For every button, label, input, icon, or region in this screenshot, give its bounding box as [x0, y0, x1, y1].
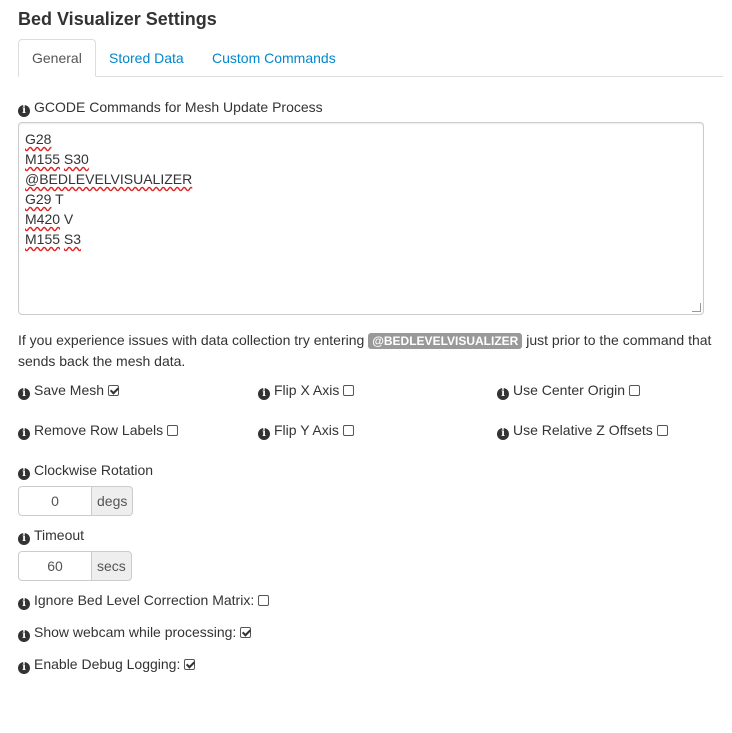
show-webcam-checkbox[interactable] [240, 627, 252, 638]
gcode-commands-textarea[interactable]: G28 M155 S30 @BEDLEVELVISUALIZER G29 T M… [18, 122, 704, 315]
info-icon[interactable]: i [18, 662, 30, 674]
resize-handle-icon[interactable] [692, 303, 701, 312]
option-flip-y: i Flip Y Axis [258, 421, 354, 440]
rotation-unit: degs [92, 486, 134, 516]
option-center-origin: i Use Center Origin [497, 381, 641, 400]
info-icon[interactable]: i [18, 533, 30, 545]
save-mesh-checkbox[interactable] [108, 385, 120, 396]
option-ignore-matrix: i Ignore Bed Level Correction Matrix: [18, 591, 270, 610]
timeout-label-row: i Timeout [18, 526, 84, 545]
info-icon[interactable]: i [18, 105, 30, 117]
gcode-label: GCODE Commands for Mesh Update Process [34, 99, 323, 115]
gcode-line: M155 S3 [25, 231, 82, 247]
info-icon[interactable]: i [258, 388, 270, 400]
option-debug-logging: i Enable Debug Logging: [18, 655, 196, 674]
gcode-line: G28 [25, 131, 52, 147]
gcode-line: G29 T [25, 191, 64, 207]
tab-custom-commands[interactable]: Custom Commands [199, 39, 349, 77]
option-remove-row-labels: i Remove Row Labels [18, 421, 179, 440]
page-title: Bed Visualizer Settings [18, 9, 217, 29]
tab-stored-data[interactable]: Stored Data [96, 39, 197, 77]
debug-logging-checkbox[interactable] [184, 659, 196, 670]
gcode-label-row: i GCODE Commands for Mesh Update Process [18, 98, 323, 117]
tab-general[interactable]: General [18, 39, 96, 77]
option-show-webcam: i Show webcam while processing: [18, 623, 252, 642]
info-icon[interactable]: i [18, 468, 30, 480]
timeout-unit: secs [92, 551, 132, 581]
info-icon[interactable]: i [18, 598, 30, 610]
gcode-line: @BEDLEVELVISUALIZER [25, 171, 193, 187]
info-icon[interactable]: i [18, 630, 30, 642]
help-text: If you experience issues with data colle… [18, 332, 712, 369]
center-origin-checkbox[interactable] [629, 385, 641, 396]
rotation-input-group: degs [18, 486, 134, 516]
option-flip-x: i Flip X Axis [258, 381, 355, 400]
option-save-mesh: i Save Mesh [18, 381, 120, 400]
info-icon[interactable]: i [258, 428, 270, 440]
timeout-input[interactable] [18, 551, 92, 581]
relative-z-checkbox[interactable] [656, 425, 668, 436]
remove-row-labels-checkbox[interactable] [167, 425, 179, 436]
gcode-line: M155 S30 [25, 151, 89, 167]
ignore-matrix-checkbox[interactable] [258, 595, 270, 606]
flip-x-checkbox[interactable] [343, 385, 355, 396]
rotation-label-row: i Clockwise Rotation [18, 461, 153, 480]
option-relative-z: i Use Relative Z Offsets [497, 421, 668, 440]
settings-tabs: General Stored Data Custom Commands [18, 39, 723, 77]
rotation-input[interactable] [18, 486, 92, 516]
info-icon[interactable]: i [18, 388, 30, 400]
info-icon[interactable]: i [497, 388, 509, 400]
gcode-line: M420 V [25, 211, 74, 227]
timeout-input-group: secs [18, 551, 132, 581]
code-badge: @BEDLEVELVISUALIZER [368, 333, 523, 349]
info-icon[interactable]: i [497, 428, 509, 440]
flip-y-checkbox[interactable] [342, 425, 354, 436]
info-icon[interactable]: i [18, 428, 30, 440]
